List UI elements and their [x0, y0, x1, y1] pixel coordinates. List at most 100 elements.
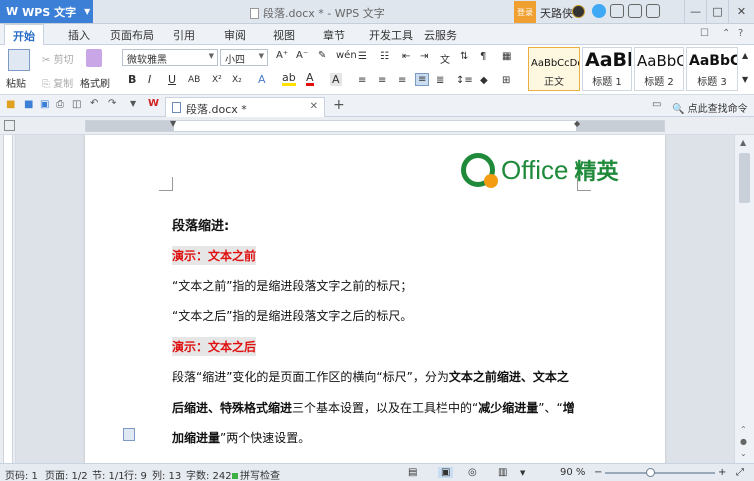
line-spacing-icon[interactable]: ↕≡ — [456, 75, 473, 86]
help-icon[interactable] — [628, 4, 642, 18]
view-reading-icon[interactable]: ▥ — [498, 467, 507, 478]
paste-icon[interactable] — [8, 49, 30, 71]
right-indent-marker[interactable]: ◆ — [574, 119, 580, 128]
distribute-icon[interactable]: ≣ — [436, 75, 444, 86]
vertical-ruler[interactable] — [0, 135, 16, 463]
tab-home[interactable]: 开始 — [4, 24, 44, 46]
customize-dropdown-icon[interactable]: ▼ — [130, 99, 136, 108]
clear-format-icon[interactable]: ✎ — [318, 50, 326, 61]
tab-view[interactable]: 视图 — [273, 27, 295, 43]
style-heading-3[interactable]: AaBbC 标题 3 — [686, 47, 738, 91]
zoom-level[interactable]: 90 % — [560, 467, 585, 478]
border-icon[interactable]: ⊞ — [502, 75, 510, 86]
ribbon-collapse-icon[interactable]: ⌃ — [722, 28, 730, 39]
document-page[interactable]: Office 精英 段落缩进: 演示：文本之前 “文本之前”指的是缩进段落文字之… — [85, 135, 665, 463]
tab-references[interactable]: 引用 — [173, 27, 195, 43]
format-painter-button[interactable]: 格式刷 — [80, 75, 110, 90]
table-icon[interactable]: ▦ — [502, 51, 511, 62]
wps-home-icon[interactable]: W — [148, 98, 159, 109]
tab-list-icon[interactable]: ▭ — [652, 99, 661, 110]
redo-icon[interactable]: ↷ — [108, 98, 116, 109]
scroll-up-icon[interactable]: ▲ — [740, 138, 746, 147]
zoom-in-icon[interactable]: + — [718, 467, 726, 478]
align-left-icon[interactable]: ≡ — [358, 75, 366, 86]
export-pdf-icon[interactable]: ▣ — [40, 99, 49, 110]
first-line-indent-marker[interactable]: ▼ — [170, 119, 176, 128]
style-normal[interactable]: AaBbCcDd 正文 — [528, 47, 580, 91]
login-badge[interactable]: 登录 — [514, 1, 536, 23]
tab-page-layout[interactable]: 页面布局 — [110, 27, 154, 43]
tab-cloud[interactable]: 云服务 — [424, 27, 457, 43]
paste-button[interactable]: 粘贴 — [6, 75, 26, 90]
maximize-button[interactable]: □ — [706, 0, 728, 23]
styles-expand-icon[interactable]: ▼ — [742, 75, 748, 84]
chinese-layout-icon[interactable]: 文 — [440, 51, 450, 66]
horizontal-ruler[interactable]: ▼ ◆ — [85, 119, 665, 132]
styles-more-icon[interactable]: ▲ — [742, 51, 748, 60]
status-row[interactable]: 行: 9 — [124, 467, 147, 481]
ribbon-settings-icon[interactable]: ☐ — [700, 28, 709, 39]
tab-insert[interactable]: 插入 — [68, 27, 90, 43]
copy-button[interactable]: ⎘ 复制 — [42, 75, 73, 90]
align-right-icon[interactable]: ≡ — [398, 75, 406, 86]
paste-options-icon[interactable] — [123, 428, 135, 441]
sort-icon[interactable]: ⇅ — [460, 51, 468, 62]
font-name-select[interactable]: 微软雅黑 ▼ — [122, 49, 218, 66]
decrease-indent-icon[interactable]: ⇤ — [402, 51, 410, 62]
font-size-select[interactable]: 小四 ▼ — [220, 49, 268, 66]
view-dropdown-icon[interactable]: ▼ — [520, 469, 525, 477]
minimize-button[interactable]: — — [684, 0, 706, 23]
view-page-icon[interactable]: ▣ — [438, 467, 454, 478]
justify-icon[interactable]: ≡ — [415, 73, 430, 86]
add-tab-button[interactable]: + — [333, 97, 345, 113]
app-menu-button[interactable]: W WPS 文字 ▼ — [0, 0, 93, 23]
close-tab-icon[interactable]: ✕ — [310, 101, 318, 112]
font-grow-icon[interactable]: A⁺ — [276, 50, 288, 61]
tab-stop-selector[interactable] — [4, 120, 15, 131]
user-name[interactable]: 天路侠 — [540, 5, 573, 21]
zoom-slider[interactable] — [605, 468, 715, 477]
status-pages[interactable]: 页面: 1/2 — [45, 467, 88, 481]
share-icon[interactable] — [610, 4, 624, 18]
show-marks-icon[interactable]: ¶ — [480, 51, 486, 62]
bullet-list-icon[interactable]: ☰ — [358, 51, 367, 62]
print-preview-icon[interactable]: ◫ — [72, 99, 81, 110]
scrollbar-thumb[interactable] — [739, 153, 750, 203]
view-outline-icon[interactable]: ▤ — [408, 467, 417, 478]
cut-button[interactable]: ✂ 剪切 — [42, 51, 74, 66]
select-browse-icon[interactable]: ● — [740, 437, 747, 446]
italic-button[interactable]: I — [148, 73, 151, 86]
status-col[interactable]: 列: 13 — [152, 467, 181, 481]
number-list-icon[interactable]: ☷ — [380, 51, 389, 62]
bold-button[interactable]: B — [128, 73, 136, 86]
tab-review[interactable]: 审阅 — [224, 27, 246, 43]
style-heading-1[interactable]: AaBb 标题 1 — [582, 47, 632, 91]
close-button[interactable]: ✕ — [728, 0, 754, 23]
minimize-ribbon-icon[interactable] — [646, 4, 660, 18]
zoom-out-icon[interactable]: − — [594, 467, 602, 478]
superscript-icon[interactable]: X² — [212, 75, 222, 85]
text-effect-icon[interactable]: A — [258, 73, 266, 86]
style-heading-2[interactable]: AaBbC 标题 2 — [634, 47, 684, 91]
save-icon[interactable]: ■ — [24, 99, 33, 110]
align-center-icon[interactable]: ≡ — [378, 75, 386, 86]
find-command[interactable]: 🔍 点此查找命令 — [672, 100, 748, 115]
shading-icon[interactable]: ◆ — [480, 75, 488, 86]
font-shrink-icon[interactable]: A⁻ — [296, 50, 308, 61]
zoom-slider-knob[interactable] — [646, 468, 655, 477]
fit-window-icon[interactable]: ⤢ — [736, 467, 744, 478]
avatar[interactable] — [572, 5, 585, 18]
help-question-icon[interactable]: ? — [738, 28, 743, 39]
status-word-count[interactable]: 字数: 242 — [186, 467, 232, 481]
vertical-scrollbar[interactable]: ▲ ⌃ ● ⌄ — [734, 135, 754, 463]
view-web-icon[interactable]: ◎ — [468, 467, 477, 478]
open-icon[interactable]: ■ — [6, 99, 15, 110]
underline-button[interactable]: U — [168, 73, 176, 86]
subscript-icon[interactable]: X₂ — [232, 75, 242, 85]
next-page-icon[interactable]: ⌄ — [740, 449, 747, 458]
status-page-number[interactable]: 页码: 1 — [5, 467, 38, 481]
status-section[interactable]: 节: 1/1 — [92, 467, 125, 481]
font-color-icon[interactable]: A — [306, 72, 314, 86]
print-icon[interactable]: ⎙ — [56, 99, 64, 110]
tab-chapter[interactable]: 章节 — [323, 27, 345, 43]
